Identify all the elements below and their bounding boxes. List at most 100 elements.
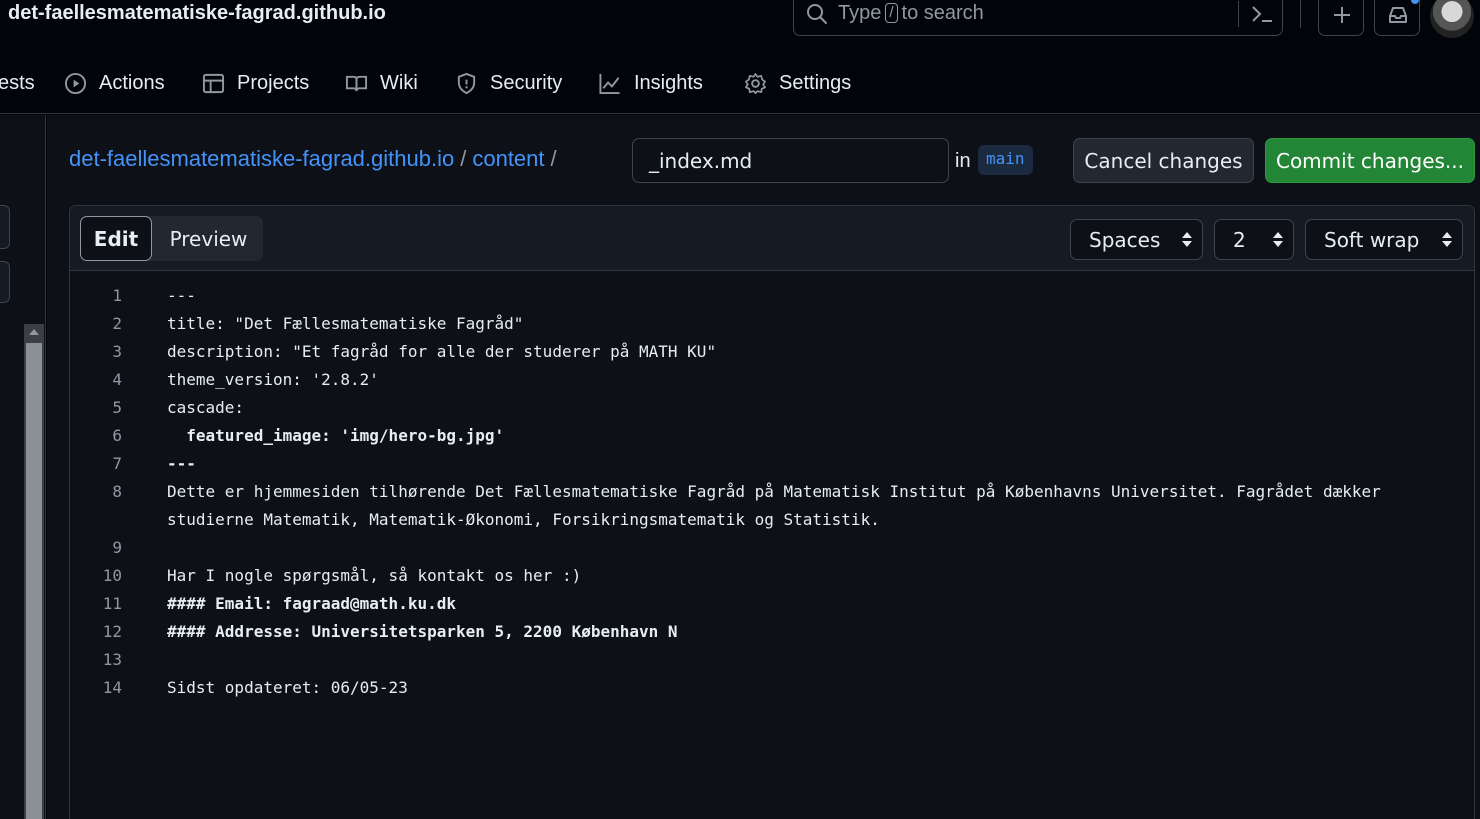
code-line[interactable]: 12 #### Addresse: Universitetsparken 5, 2… xyxy=(70,618,1474,646)
line-number: 10 xyxy=(102,566,122,585)
file-tree-rail xyxy=(0,115,46,819)
tab-security[interactable]: Security xyxy=(455,68,562,98)
line-text[interactable]: Har I nogle spørgsmål, så kontakt os her… xyxy=(167,562,1457,590)
code-line[interactable]: 11 #### Email: fagraad@math.ku.dk xyxy=(70,590,1474,618)
code-line[interactable]: 3 description: "Et fagråd for alle der st… xyxy=(70,338,1474,366)
line-text[interactable] xyxy=(167,534,1457,562)
line-number: 6 xyxy=(112,426,122,445)
indent-mode-value: Spaces xyxy=(1089,228,1161,252)
wrap-mode-value: Soft wrap xyxy=(1324,228,1420,252)
header-divider xyxy=(1300,0,1301,28)
line-number: 8 xyxy=(112,482,122,501)
code-line[interactable]: 2 title: "Det Fællesmatematiske Fagråd" xyxy=(70,310,1474,338)
line-number: 13 xyxy=(102,650,122,669)
branch-badge: main xyxy=(978,145,1033,175)
code-area[interactable]: 1 --- 2 title: "Det Fællesmatematiske Fagrå… xyxy=(70,282,1474,702)
cancel-changes-button[interactable]: Cancel changes xyxy=(1073,138,1254,183)
code-line[interactable]: 7 --- xyxy=(70,450,1474,478)
indent-mode-select[interactable]: Spaces xyxy=(1070,219,1203,260)
line-text[interactable]: #### Addresse: Universitetsparken 5, 220… xyxy=(167,618,1457,646)
tab-edit[interactable]: Edit xyxy=(80,216,152,261)
create-new-button[interactable] xyxy=(1318,0,1364,36)
line-text[interactable]: cascade: xyxy=(167,394,1457,422)
search-input[interactable]: Type / to search xyxy=(793,0,1283,36)
code-line[interactable]: 8 Dette er hjemmesiden tilhørende Det Fæl… xyxy=(70,478,1474,534)
book-icon xyxy=(345,75,368,91)
editor-tabs: Edit Preview xyxy=(80,216,263,261)
commit-changes-button[interactable]: Commit changes... xyxy=(1265,138,1475,183)
line-text[interactable]: Dette er hjemmesiden tilhørende Det Fæll… xyxy=(167,478,1457,534)
tab-pull-requests[interactable]: ests xyxy=(0,68,35,98)
scroll-up-arrow[interactable] xyxy=(29,329,39,335)
inbox-icon xyxy=(1389,7,1407,23)
breadcrumb-separator: / xyxy=(460,146,467,171)
tab-preview[interactable]: Preview xyxy=(154,216,263,261)
shield-icon xyxy=(457,72,476,94)
breadcrumb-folder-link[interactable]: content xyxy=(472,146,544,171)
tab-settings[interactable]: Settings xyxy=(744,68,851,98)
main-content: det-faellesmatematiske-fagrad.github.io /… xyxy=(47,115,1480,819)
code-line[interactable]: 4 theme_version: '2.8.2' xyxy=(70,366,1474,394)
tab-actions[interactable]: Actions xyxy=(64,68,165,98)
code-line[interactable]: 10 Har I nogle spørgsmål, så kontakt os h… xyxy=(70,562,1474,590)
breadcrumb: det-faellesmatematiske-fagrad.github.io /… xyxy=(69,146,563,172)
tab-insights[interactable]: Insights xyxy=(598,68,703,98)
search-icon xyxy=(806,3,828,30)
filename-input[interactable]: _index.md xyxy=(632,138,949,183)
breadcrumb-repo-link[interactable]: det-faellesmatematiske-fagrad.github.io xyxy=(69,146,454,171)
scrollbar-thumb[interactable] xyxy=(26,343,42,819)
tab-projects[interactable]: Projects xyxy=(202,68,309,98)
line-number: 7 xyxy=(112,454,122,473)
code-line[interactable]: 9 xyxy=(70,534,1474,562)
select-arrows-icon xyxy=(1182,232,1192,248)
line-number: 9 xyxy=(112,538,122,557)
table-icon xyxy=(202,73,225,93)
line-text[interactable]: Sidst opdateret: 06/05-23 xyxy=(167,674,1457,702)
search-shortcut-key: / xyxy=(885,3,898,23)
line-number: 4 xyxy=(112,370,122,389)
top-header: det-faellesmatematiske-fagrad.github.io … xyxy=(0,0,1480,114)
indent-size-value: 2 xyxy=(1233,228,1246,252)
gear-icon xyxy=(745,72,766,94)
tab-wiki[interactable]: Wiki xyxy=(345,68,418,98)
terminal-icon[interactable] xyxy=(1250,3,1274,30)
search-divider xyxy=(1238,1,1239,27)
line-text[interactable]: --- xyxy=(167,450,1457,478)
line-number: 1 xyxy=(112,286,122,305)
line-number: 11 xyxy=(102,594,122,613)
line-number: 5 xyxy=(112,398,122,417)
select-arrows-icon xyxy=(1442,232,1452,248)
line-number: 12 xyxy=(102,622,122,641)
inbox-button[interactable] xyxy=(1374,0,1420,36)
code-line[interactable]: 13 xyxy=(70,646,1474,674)
wrap-mode-select[interactable]: Soft wrap xyxy=(1305,219,1463,260)
code-line[interactable]: 1 --- xyxy=(70,282,1474,310)
search-placeholder: Type / to search xyxy=(838,2,984,24)
line-text[interactable] xyxy=(167,646,1457,674)
line-text[interactable]: --- xyxy=(167,282,1457,310)
line-number: 14 xyxy=(102,678,122,697)
file-tree-toggle-button[interactable] xyxy=(0,205,10,249)
select-arrows-icon xyxy=(1273,232,1283,248)
line-number: 3 xyxy=(112,342,122,361)
indent-size-select[interactable]: 2 xyxy=(1214,219,1294,260)
line-text[interactable]: title: "Det Fællesmatematiske Fagråd" xyxy=(167,310,1457,338)
plus-icon xyxy=(1334,7,1350,23)
editor-toolbar: Edit Preview Spaces 2 Soft wrap xyxy=(70,206,1474,271)
line-text[interactable]: #### Email: fagraad@math.ku.dk xyxy=(167,590,1457,618)
repo-title[interactable]: det-faellesmatematiske-fagrad.github.io xyxy=(8,2,386,25)
code-line[interactable]: 5 cascade: xyxy=(70,394,1474,422)
line-number: 2 xyxy=(112,314,122,333)
branch-in-label: in xyxy=(955,150,971,172)
file-tree-search-button[interactable] xyxy=(0,261,10,303)
code-editor: Edit Preview Spaces 2 Soft wrap 1 --- 2 tit… xyxy=(69,205,1475,819)
line-text[interactable]: featured_image: 'img/hero-bg.jpg' xyxy=(167,422,1457,450)
play-icon xyxy=(64,72,87,94)
avatar[interactable] xyxy=(1430,0,1474,38)
graph-icon xyxy=(599,73,620,94)
breadcrumb-separator: / xyxy=(550,146,557,171)
code-line[interactable]: 6 featured_image: 'img/hero-bg.jpg' xyxy=(70,422,1474,450)
code-line[interactable]: 14 Sidst opdateret: 06/05-23 xyxy=(70,674,1474,702)
line-text[interactable]: description: "Et fagråd for alle der stu… xyxy=(167,338,1457,366)
line-text[interactable]: theme_version: '2.8.2' xyxy=(167,366,1457,394)
